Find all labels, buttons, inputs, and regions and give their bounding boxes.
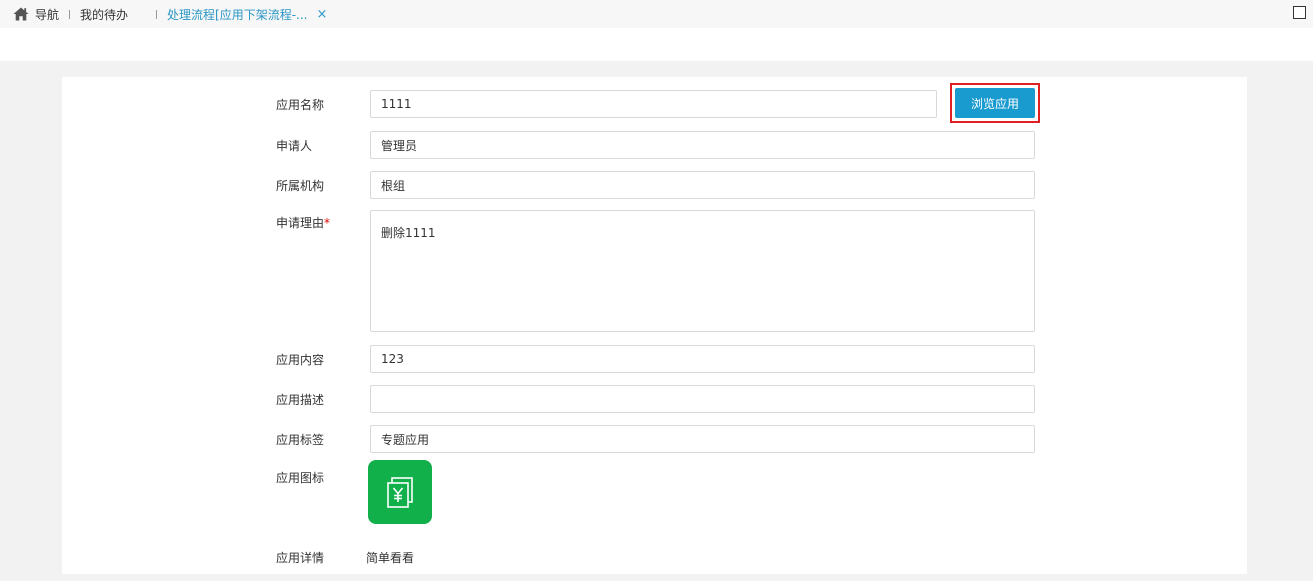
tab-bar: 导航 我的待办 处理流程[应用下架流程-... ×: [0, 0, 1313, 28]
maximize-icon[interactable]: [1293, 6, 1306, 19]
details-value: 简单看看: [366, 551, 415, 565]
reason-label: 申请理由*: [276, 214, 330, 231]
description-label: 应用描述: [276, 393, 325, 407]
organization-input[interactable]: [370, 171, 1035, 199]
tags-input[interactable]: [370, 425, 1035, 453]
browse-app-highlight: 浏览应用: [950, 83, 1040, 123]
details-label: 应用详情: [276, 551, 325, 565]
app-icon-preview[interactable]: [368, 460, 432, 524]
tab-process-flow-label: 处理流程[应用下架流程-...: [167, 7, 308, 22]
app-name-input[interactable]: [370, 90, 937, 118]
form-panel: 应用名称 浏览应用 申请人 所属机构 申请理由* 删除1111 应用内容 应用描…: [62, 77, 1247, 574]
reason-label-text: 申请理由: [276, 216, 325, 230]
tags-label: 应用标签: [276, 433, 325, 447]
content-label: 应用内容: [276, 353, 325, 367]
tab-todo[interactable]: 我的待办: [80, 6, 128, 23]
description-input[interactable]: [370, 385, 1035, 413]
applicant-label: 申请人: [276, 139, 313, 153]
tab-nav-label: 导航: [35, 7, 60, 22]
required-mark: *: [324, 216, 331, 230]
document-yen-icon: [387, 477, 413, 508]
tab-process-flow[interactable]: 处理流程[应用下架流程-... ×: [167, 6, 327, 23]
tab-divider: [156, 9, 158, 19]
reason-textarea[interactable]: 删除1111: [370, 210, 1035, 332]
home-icon: [13, 7, 29, 21]
browse-app-button[interactable]: 浏览应用: [955, 88, 1035, 118]
tab-divider: [69, 9, 71, 19]
content-input[interactable]: [370, 345, 1035, 373]
applicant-input[interactable]: [370, 131, 1035, 159]
toolbar-band: [0, 28, 1313, 61]
app-name-label: 应用名称: [276, 98, 325, 112]
tab-nav[interactable]: 导航: [13, 0, 59, 28]
app-icon-label: 应用图标: [276, 471, 325, 485]
organization-label: 所属机构: [276, 179, 325, 193]
close-icon[interactable]: ×: [317, 8, 328, 21]
